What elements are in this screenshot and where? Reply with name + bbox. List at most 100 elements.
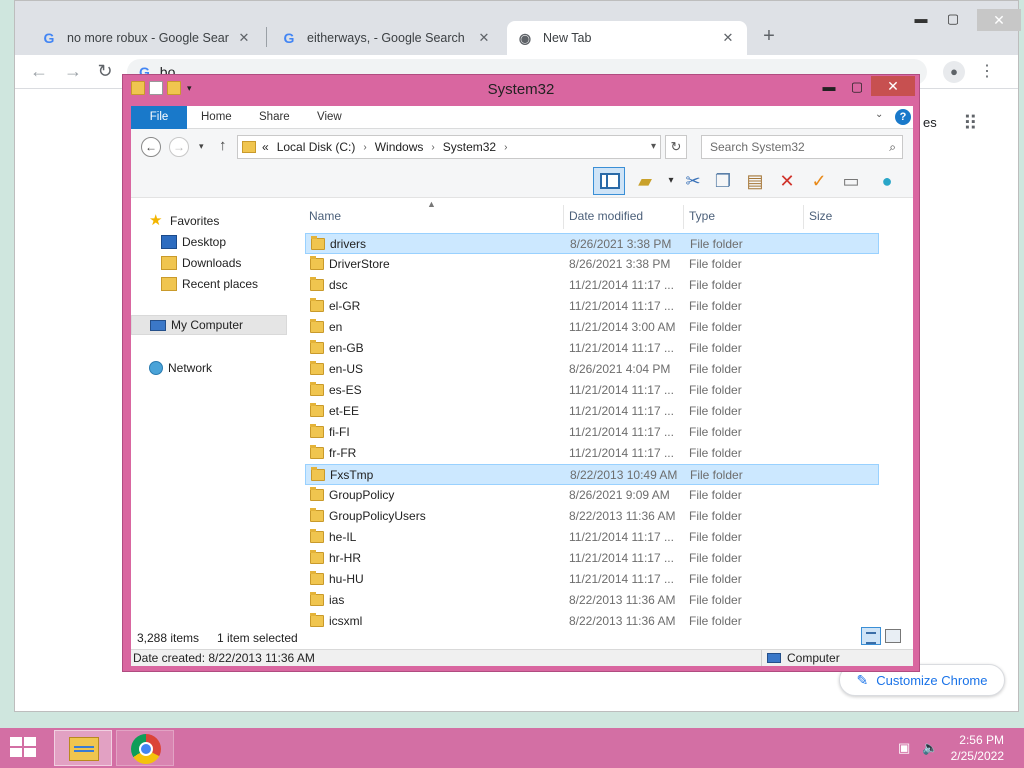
file-row[interactable]: en 11/21/2014 3:00 AM File folder — [305, 317, 899, 338]
rename-icon[interactable]: ▭ — [839, 169, 863, 193]
command-bar: ▰ ▾ ✂ ❐ ▤ ✕ ✓ ▭ ● — [131, 165, 913, 198]
chevron-down-icon[interactable]: ▾ — [659, 169, 683, 193]
folder-options-icon[interactable]: ▰ — [633, 169, 657, 193]
folder-icon — [310, 340, 324, 354]
preview-pane-button[interactable] — [593, 167, 625, 195]
file-row[interactable]: en-GB 11/21/2014 11:17 ... File folder — [305, 338, 899, 359]
chrome-tab-2[interactable]: G eitherways, - Google Search ✕ — [271, 21, 503, 55]
location-indicator: Computer — [767, 651, 840, 665]
apps-grid-icon[interactable]: ⠿ — [963, 111, 978, 136]
folder-icon — [310, 529, 324, 543]
file-row[interactable]: es-ES 11/21/2014 11:17 ... File folder — [305, 380, 899, 401]
forward-button[interactable]: → — [169, 137, 189, 157]
minimize-button[interactable]: ▬ — [905, 11, 937, 26]
tab-home[interactable]: Home — [187, 106, 246, 129]
tab-share[interactable]: Share — [245, 106, 304, 129]
column-divider[interactable] — [683, 205, 684, 229]
globe-icon[interactable]: ● — [875, 169, 899, 193]
search-input[interactable]: Search System32 ⌕ — [701, 135, 903, 159]
file-row[interactable]: en-US 8/26/2021 4:04 PM File folder — [305, 359, 899, 380]
minimize-button[interactable]: ▬ — [815, 77, 843, 97]
file-row[interactable]: drivers 8/26/2021 3:38 PM File folder — [305, 233, 879, 254]
chevron-down-icon[interactable]: ⌄ — [875, 109, 883, 120]
windows-start-button[interactable] — [10, 737, 38, 759]
breadcrumb-system32[interactable]: System32 — [443, 140, 496, 154]
large-icons-view-button[interactable] — [885, 629, 901, 643]
taskbar-file-explorer[interactable] — [54, 730, 112, 766]
file-row[interactable]: et-EE 11/21/2014 11:17 ... File folder — [305, 401, 899, 422]
chrome-close-button[interactable]: ✕ — [977, 9, 1021, 31]
chevron-right-icon[interactable]: › — [504, 142, 507, 153]
column-header-size[interactable]: Size — [809, 209, 832, 223]
column-header-date[interactable]: Date modified — [569, 209, 643, 223]
file-row[interactable]: hr-HR 11/21/2014 11:17 ... File folder — [305, 548, 899, 569]
file-row[interactable]: GroupPolicy 8/26/2021 9:09 AM File folder — [305, 485, 899, 506]
nav-downloads[interactable]: Downloads — [161, 253, 241, 273]
close-icon[interactable]: ✕ — [235, 30, 253, 46]
breadcrumb-overflow[interactable]: « — [262, 140, 269, 154]
file-row[interactable]: FxsTmp 8/22/2013 10:49 AM File folder — [305, 464, 879, 485]
search-icon[interactable]: ⌕ — [889, 136, 896, 158]
tab-view[interactable]: View — [303, 106, 356, 129]
help-icon[interactable]: ? — [895, 109, 911, 125]
delete-icon[interactable]: ✕ — [775, 169, 799, 193]
file-row[interactable]: el-GR 11/21/2014 11:17 ... File folder — [305, 296, 899, 317]
forward-arrow-icon[interactable]: → — [61, 61, 85, 82]
chrome-tab-1[interactable]: G no more robux - Google Search ✕ — [31, 21, 263, 55]
check-icon[interactable]: ✓ — [807, 169, 831, 193]
file-row[interactable]: dsc 11/21/2014 11:17 ... File folder — [305, 275, 899, 296]
column-header-name[interactable]: Name — [309, 209, 341, 223]
nav-network[interactable]: Network — [149, 358, 212, 378]
volume-muted-icon[interactable]: 🔈 — [922, 740, 938, 756]
file-type: File folder — [689, 425, 742, 439]
network-tray-icon[interactable]: ▣ — [898, 740, 910, 756]
copy-icon[interactable]: ❐ — [711, 169, 735, 193]
nav-my-computer[interactable]: My Computer — [131, 315, 287, 335]
ntp-images-link[interactable]: es — [923, 115, 937, 130]
column-divider[interactable] — [803, 205, 804, 229]
address-bar[interactable]: « Local Disk (C:) › Windows › System32 ›… — [237, 135, 661, 159]
system-clock[interactable]: 2:56 PM 2/25/2022 — [944, 732, 1004, 764]
breadcrumb-local-disk[interactable]: Local Disk (C:) — [277, 140, 356, 154]
recent-locations-dropdown[interactable]: ▾ — [199, 141, 204, 152]
nav-recent-places[interactable]: Recent places — [161, 274, 258, 294]
explorer-close-button[interactable]: ✕ — [871, 76, 915, 96]
new-tab-button[interactable]: + — [757, 25, 781, 48]
nav-desktop[interactable]: Desktop — [161, 232, 226, 252]
file-row[interactable]: ias 8/22/2013 11:36 AM File folder — [305, 590, 899, 611]
maximize-button[interactable]: ▢ — [937, 11, 969, 27]
profile-avatar-icon[interactable]: ● — [943, 61, 965, 83]
file-row[interactable]: hu-HU 11/21/2014 11:17 ... File folder — [305, 569, 899, 590]
column-header-type[interactable]: Type — [689, 209, 715, 223]
file-type: File folder — [689, 572, 742, 586]
up-arrow-icon[interactable]: ↑ — [219, 137, 227, 154]
file-row[interactable]: icsxml 8/22/2013 11:36 AM File folder — [305, 611, 899, 627]
details-view-button[interactable] — [861, 627, 881, 645]
file-row[interactable]: GroupPolicyUsers 8/22/2013 11:36 AM File f… — [305, 506, 899, 527]
tab-file[interactable]: File — [131, 106, 187, 129]
file-row[interactable]: he-IL 11/21/2014 11:17 ... File folder — [305, 527, 899, 548]
nav-favorites[interactable]: ★ Favorites — [149, 211, 219, 231]
column-divider[interactable] — [563, 205, 564, 229]
chevron-right-icon[interactable]: › — [431, 142, 434, 153]
menu-kebab-icon[interactable]: ⋮ — [977, 61, 997, 81]
start-logo-pane — [10, 748, 22, 757]
file-row[interactable]: fr-FR 11/21/2014 11:17 ... File folder — [305, 443, 899, 464]
refresh-button[interactable]: ↻ — [665, 135, 687, 159]
reload-icon[interactable]: ↻ — [93, 61, 117, 82]
close-icon[interactable]: ✕ — [475, 30, 493, 46]
cut-icon[interactable]: ✂ — [681, 169, 705, 193]
file-row[interactable]: fi-FI 11/21/2014 11:17 ... File folder — [305, 422, 899, 443]
chrome-tab-3[interactable]: ◉ New Tab ✕ — [507, 21, 747, 55]
file-row[interactable]: DriverStore 8/26/2021 3:38 PM File folder — [305, 254, 899, 275]
back-button[interactable]: ← — [141, 137, 161, 157]
chevron-right-icon[interactable]: › — [363, 142, 366, 153]
explorer-title-bar[interactable]: ▾ System32 ▬ ▢ ✕ — [123, 75, 919, 105]
chevron-down-icon[interactable]: ▾ — [651, 141, 656, 152]
breadcrumb-windows[interactable]: Windows — [375, 140, 424, 154]
close-icon[interactable]: ✕ — [719, 30, 737, 46]
paste-icon[interactable]: ▤ — [743, 169, 767, 193]
back-arrow-icon[interactable]: ← — [27, 61, 51, 82]
taskbar-chrome[interactable] — [116, 730, 174, 766]
maximize-button[interactable]: ▢ — [843, 77, 871, 97]
